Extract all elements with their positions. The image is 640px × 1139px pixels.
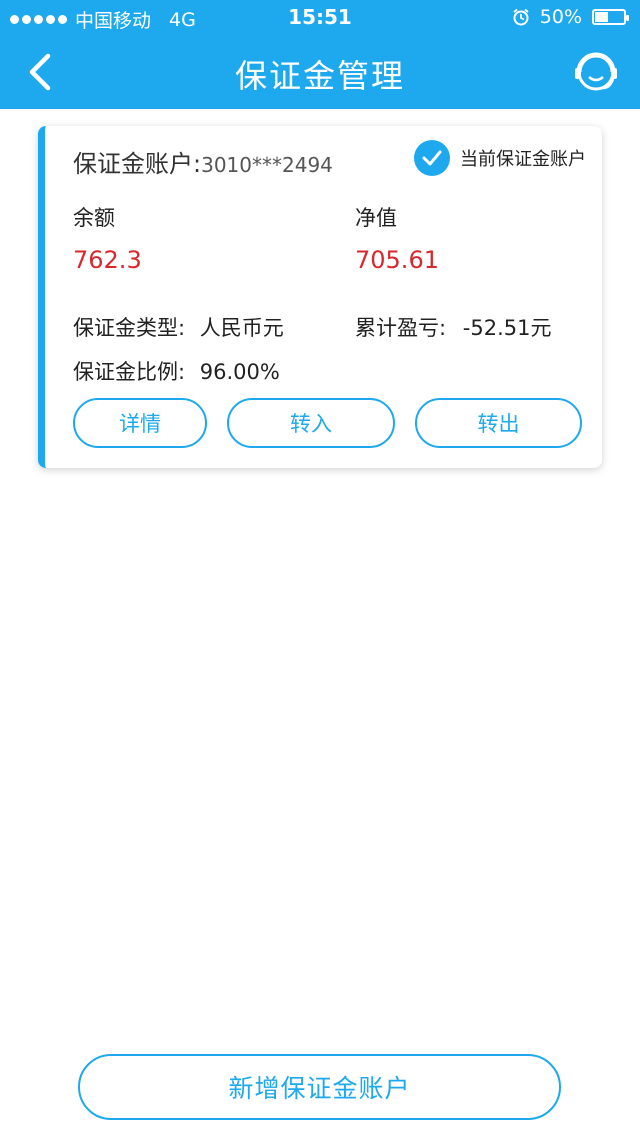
customer-service-icon[interactable] [572,48,620,96]
balance-label: 余额 [73,206,115,230]
balance-value: 762.3 [73,246,142,274]
transfer-in-button[interactable]: 转入 [227,398,395,448]
checkmark-icon[interactable] [414,140,450,176]
margin-account-card[interactable]: 保证金账户:3010***2494 当前保证金账户 余额 762.3 净值 70… [38,126,602,468]
margin-type-label: 保证金类型: [73,316,186,340]
account-label: 保证金账户: [73,150,202,178]
pnl-value: -52.51元 [462,316,552,340]
battery-icon [592,9,629,25]
nav-bar: 保证金管理 [0,36,640,109]
margin-ratio: 保证金比例: 96.00% [73,356,280,386]
add-margin-account-button[interactable]: 新增保证金账户 [78,1054,561,1120]
top-bar: 中国移动 4G 15:51 50% 保证金管理 [0,0,640,109]
details-button[interactable]: 详情 [73,398,207,448]
cumulative-pnl: 累计盈亏: -52.51元 [355,312,551,342]
battery-percent: 50% [539,6,582,28]
net-value-label: 净值 [355,206,397,230]
pnl-label: 累计盈亏: [355,316,447,340]
account-title: 保证金账户:3010***2494 [73,144,333,179]
status-bar: 中国移动 4G 15:51 50% [0,0,640,36]
alarm-icon [513,8,529,26]
net-value: 705.61 [355,246,439,274]
current-account-indicator[interactable]: 当前保证金账户 [414,140,586,176]
page-title: 保证金管理 [234,57,405,95]
account-number: 3010***2494 [201,153,333,177]
current-account-label: 当前保证金账户 [460,149,586,170]
transfer-out-button[interactable]: 转出 [415,398,582,448]
margin-type-value: 人民币元 [199,316,284,340]
margin-ratio-label: 保证金比例: [73,360,186,384]
margin-type: 保证金类型: 人民币元 [73,312,284,342]
margin-ratio-value: 96.00% [199,360,280,384]
